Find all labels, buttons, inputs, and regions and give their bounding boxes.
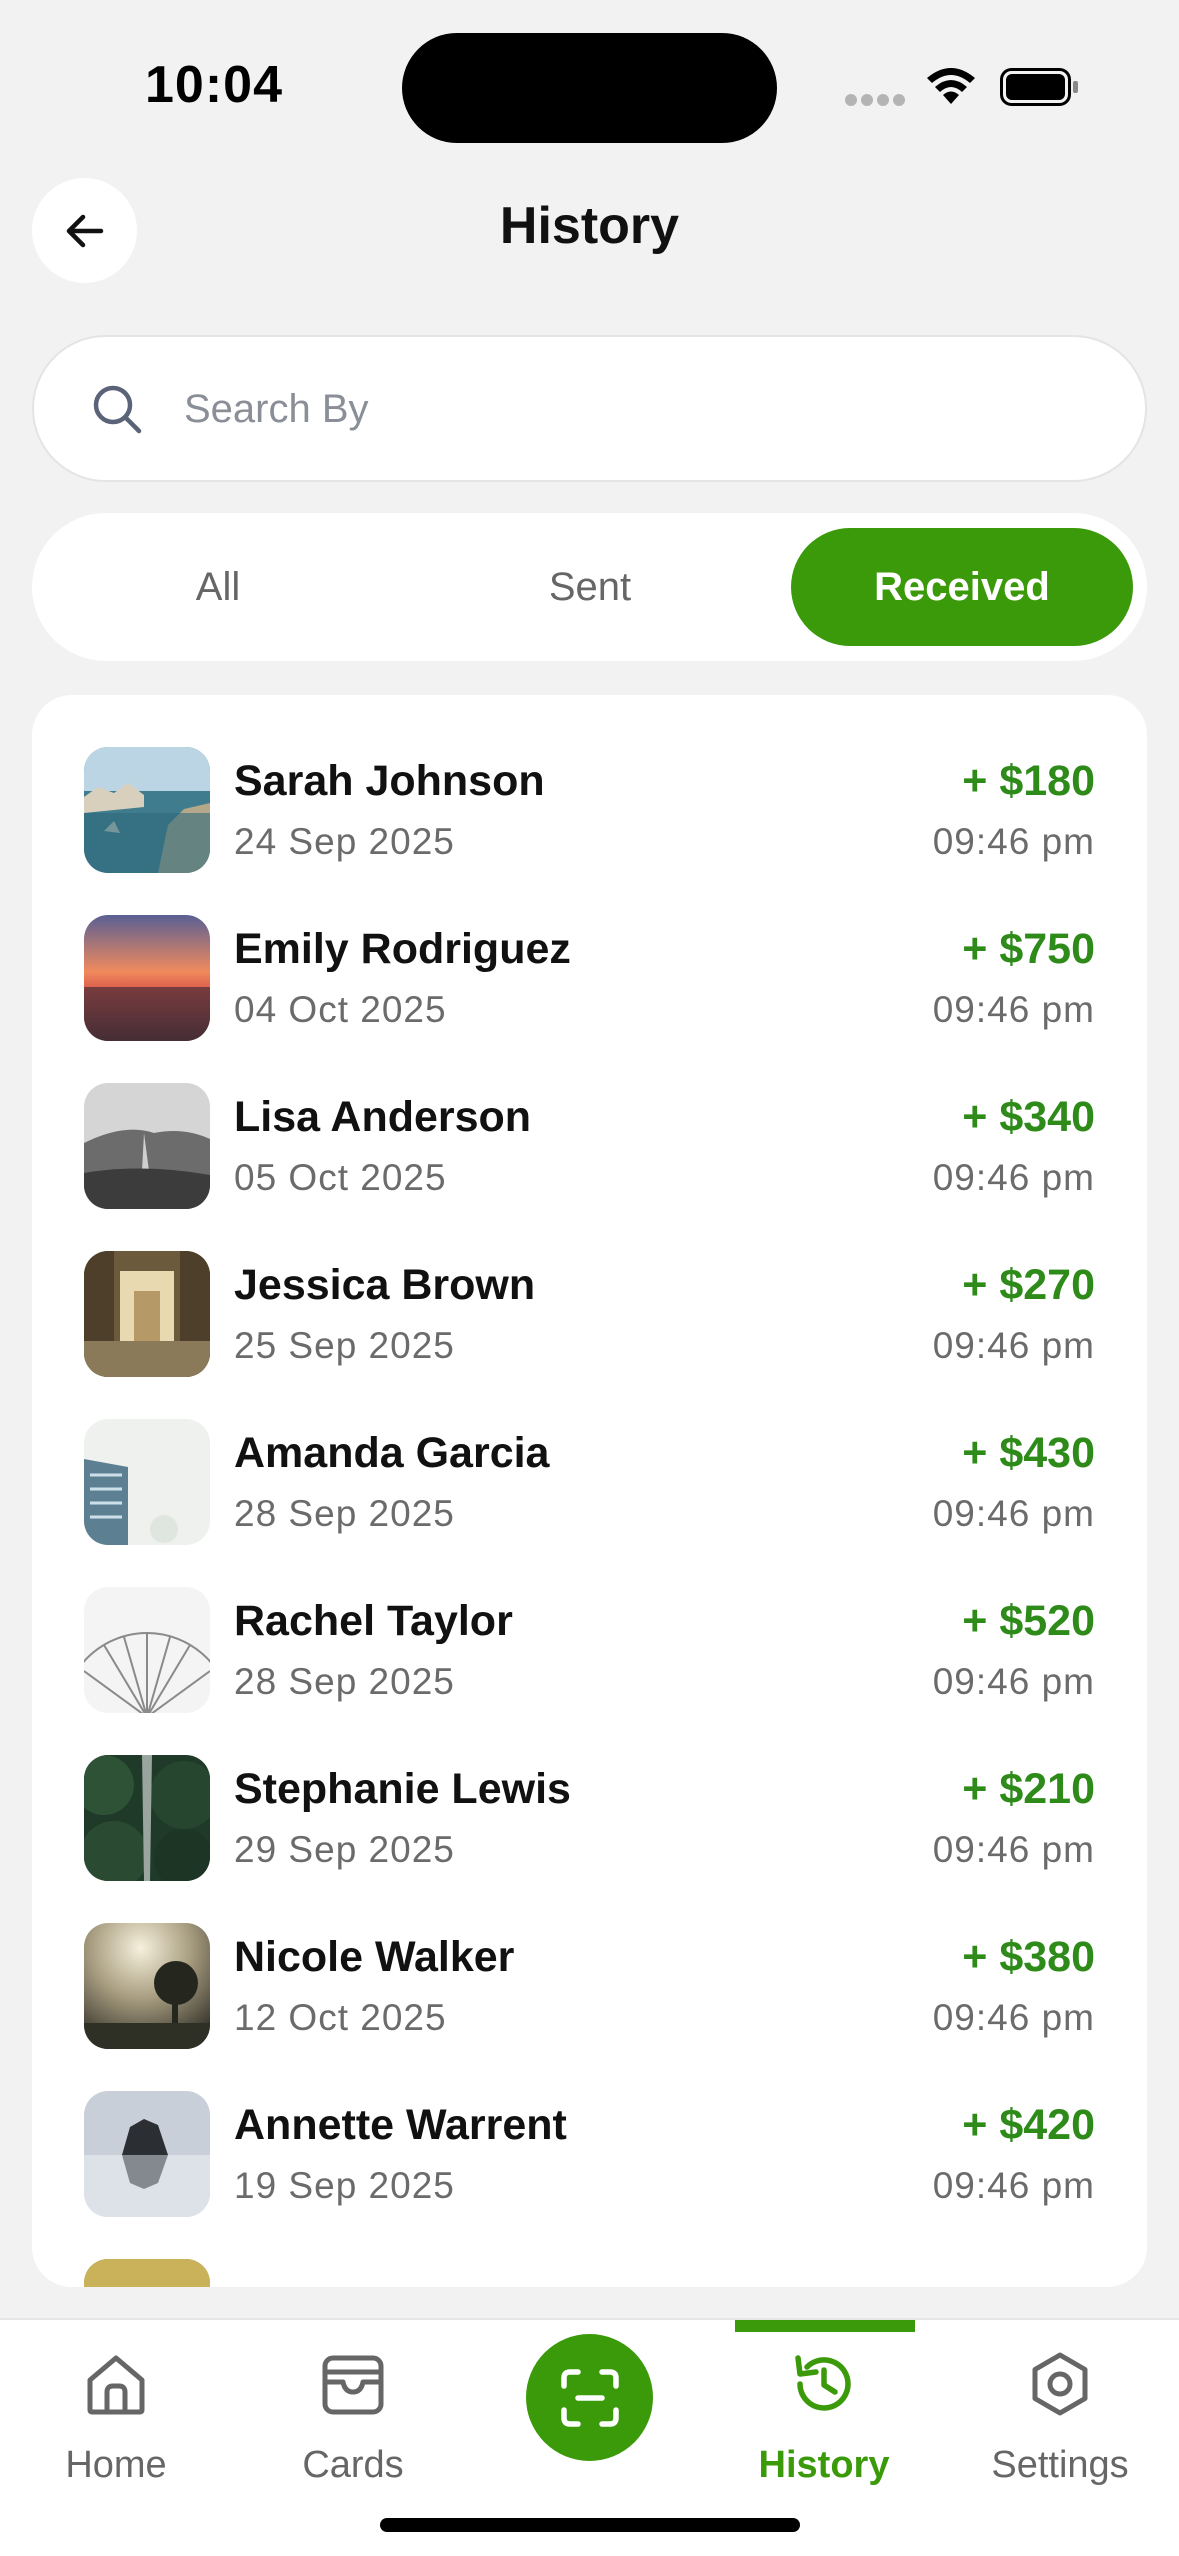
transaction-date: 04 Oct 2025 — [234, 989, 447, 1030]
avatar — [84, 1083, 210, 1209]
status-time: 10:04 — [145, 56, 283, 114]
sender-name: Nicole Walker — [234, 1933, 515, 1981]
dynamic-island — [402, 33, 777, 143]
transaction-time: 09:46 pm — [932, 1493, 1095, 1534]
nav-cards[interactable]: Cards — [253, 2320, 453, 2500]
home-icon — [87, 2355, 145, 2415]
transaction-time: 09:46 pm — [932, 821, 1095, 862]
tab-received[interactable]: Received — [791, 528, 1133, 646]
transaction-amount: + $270 — [962, 1261, 1095, 1309]
avatar — [84, 1755, 210, 1881]
sender-name: Amanda Garcia — [234, 1429, 550, 1477]
transaction-row[interactable]: Jessica Brown 25 Sep 2025 + $270 09:46 p… — [32, 1199, 1147, 1377]
transaction-row[interactable]: Amanda Garcia 28 Sep 2025 + $430 09:46 p… — [32, 1367, 1147, 1545]
transaction-amount: + $430 — [962, 1429, 1095, 1477]
status-bar: 10:04 — [0, 0, 1179, 170]
scan-icon — [560, 2368, 619, 2427]
transaction-row[interactable]: Nicole Walker 12 Oct 2025 + $380 09:46 p… — [32, 1871, 1147, 2049]
transaction-row[interactable]: Stephanie Lewis 29 Sep 2025 + $210 09:46… — [32, 1703, 1147, 1881]
sender-name: Sarah Johnson — [234, 757, 545, 805]
nav-history[interactable]: History — [724, 2320, 924, 2500]
transaction-date: 25 Sep 2025 — [234, 1325, 455, 1366]
filter-tabs: All Sent Received — [32, 513, 1147, 661]
transaction-time: 09:46 pm — [932, 989, 1095, 1030]
transaction-list: Sarah Johnson 24 Sep 2025 + $180 09:46 p… — [32, 695, 1147, 2287]
nav-cards-label: Cards — [302, 2444, 404, 2486]
avatar — [84, 2091, 210, 2217]
transaction-amount: + $180 — [962, 757, 1095, 805]
avatar — [84, 747, 210, 873]
transaction-row[interactable]: Sarah Johnson 24 Sep 2025 + $180 09:46 p… — [32, 695, 1147, 873]
transaction-date: 29 Sep 2025 — [234, 1829, 455, 1870]
avatar — [84, 1251, 210, 1377]
transaction-date: 28 Sep 2025 — [234, 1661, 455, 1702]
nav-history-label: History — [758, 2444, 890, 2486]
transaction-date: 12 Oct 2025 — [234, 1997, 447, 2038]
transaction-row-partial[interactable] — [32, 2207, 1147, 2287]
cellular-signal-icon — [845, 94, 905, 106]
battery-icon — [1000, 68, 1078, 106]
sender-name: Lisa Anderson — [234, 1093, 532, 1141]
tab-all[interactable]: All — [32, 528, 404, 646]
transaction-amount: + $340 — [962, 1093, 1095, 1141]
transaction-time: 09:46 pm — [932, 1661, 1095, 1702]
transaction-time: 09:46 pm — [932, 1829, 1095, 1870]
transaction-date: 19 Sep 2025 — [234, 2165, 455, 2206]
transaction-date: 28 Sep 2025 — [234, 1493, 455, 1534]
transaction-amount: + $380 — [962, 1933, 1095, 1981]
avatar — [84, 1923, 210, 2049]
avatar — [84, 1587, 210, 1713]
avatar — [84, 2259, 210, 2287]
search-bar[interactable] — [32, 335, 1147, 482]
sender-name: Annette Warrent — [234, 2101, 567, 2149]
transaction-row[interactable]: Lisa Anderson 05 Oct 2025 + $340 09:46 p… — [32, 1031, 1147, 1209]
transaction-amount: + $210 — [962, 1765, 1095, 1813]
history-icon — [795, 2355, 851, 2411]
home-indicator — [380, 2518, 800, 2532]
search-icon — [93, 385, 142, 434]
sender-name: Emily Rodriguez — [234, 925, 571, 973]
transaction-time: 09:46 pm — [932, 1325, 1095, 1366]
page-title: History — [499, 197, 680, 255]
avatar — [84, 915, 210, 1041]
transaction-date: 24 Sep 2025 — [234, 821, 455, 862]
search-input[interactable] — [184, 377, 1084, 441]
settings-icon — [1032, 2352, 1088, 2416]
transaction-row[interactable]: Emily Rodriguez 04 Oct 2025 + $750 09:46… — [32, 863, 1147, 1041]
wifi-icon — [927, 68, 975, 104]
sender-name: Rachel Taylor — [234, 1597, 513, 1645]
transaction-amount: + $520 — [962, 1597, 1095, 1645]
sender-name: Jessica Brown — [234, 1261, 536, 1309]
transaction-time: 09:46 pm — [932, 2165, 1095, 2206]
nav-settings-label: Settings — [991, 2444, 1129, 2486]
transaction-date: 05 Oct 2025 — [234, 1157, 447, 1198]
tab-sent[interactable]: Sent — [404, 528, 776, 646]
nav-home-label: Home — [65, 2444, 167, 2486]
nav-settings[interactable]: Settings — [960, 2320, 1160, 2500]
transaction-row[interactable]: Rachel Taylor 28 Sep 2025 + $520 09:46 p… — [32, 1535, 1147, 1713]
transaction-amount: + $750 — [962, 925, 1095, 973]
scan-button[interactable] — [526, 2334, 653, 2461]
avatar — [84, 1419, 210, 1545]
transaction-time: 09:46 pm — [932, 1157, 1095, 1198]
nav-home[interactable]: Home — [16, 2320, 216, 2500]
transaction-row[interactable]: Annette Warrent 19 Sep 2025 + $420 09:46… — [32, 2039, 1147, 2217]
transaction-amount: + $420 — [962, 2101, 1095, 2149]
sender-name: Stephanie Lewis — [234, 1765, 571, 1813]
transaction-time: 09:46 pm — [932, 1997, 1095, 2038]
wallet-icon — [322, 2355, 384, 2415]
